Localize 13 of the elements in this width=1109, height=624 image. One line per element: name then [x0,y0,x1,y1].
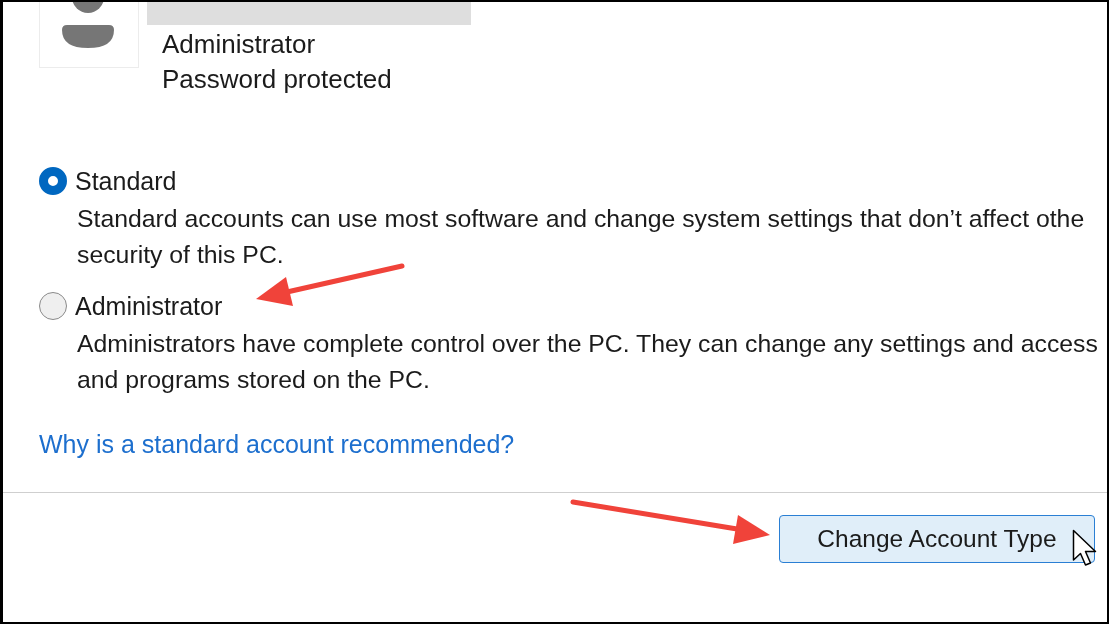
help-link[interactable]: Why is a standard account recommended? [39,430,515,458]
change-account-type-button[interactable]: Change Account Type [779,515,1095,563]
radio-button[interactable] [39,167,67,195]
radio-button[interactable] [39,292,67,320]
option-description: Administrators have complete control over the PC. They can change any settings and access [76,329,1099,359]
option-description: security of this PC. [76,240,285,270]
option-label[interactable]: Administrator [75,288,223,324]
option-description: and programs stored on the PC. [76,365,431,395]
option-label[interactable]: Standard [75,163,177,199]
account-role: Administrator [161,28,317,61]
account-status: Password protected [161,63,393,96]
option-description: Standard accounts can use most software and change system settings that don’t affect othe [76,204,1086,234]
mouse-pointer-icon [1072,529,1098,567]
